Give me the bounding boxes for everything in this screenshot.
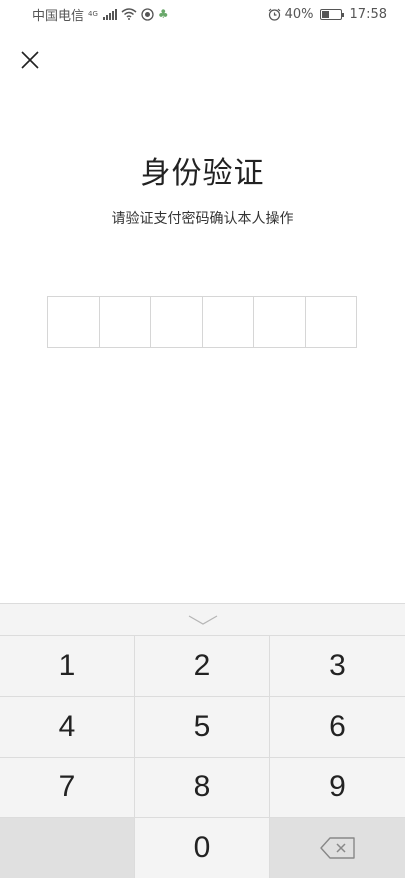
pin-input[interactable] <box>47 296 357 348</box>
keypad-grid: 1 2 3 4 5 6 7 8 9 0 <box>0 636 405 878</box>
pin-digit-box[interactable] <box>202 297 254 347</box>
backspace-button[interactable] <box>270 818 405 878</box>
wifi-icon <box>121 8 137 20</box>
status-bar-left: 中国电信 4G ♣ <box>32 5 169 24</box>
app-notification-icon: ♣ <box>157 7 169 21</box>
key-blank <box>0 818 135 878</box>
close-button[interactable] <box>14 44 46 76</box>
numeric-keyboard: 1 2 3 4 5 6 7 8 9 0 <box>0 603 405 878</box>
key-8[interactable]: 8 <box>135 757 270 819</box>
battery-icon <box>319 8 344 20</box>
key-5[interactable]: 5 <box>135 696 270 758</box>
page-title: 身份验证 <box>140 156 265 191</box>
status-bar-right: 40% 17:58 <box>268 7 387 22</box>
battery-percent: 40% <box>284 6 314 22</box>
vpn-icon <box>141 7 154 21</box>
pin-digit-box[interactable] <box>99 297 151 347</box>
key-9[interactable]: 9 <box>270 757 405 819</box>
key-4[interactable]: 4 <box>0 696 135 758</box>
chevron-down-icon <box>188 614 217 625</box>
pin-digit-box[interactable] <box>305 297 356 347</box>
signal-icon <box>102 8 117 20</box>
carrier-label: 中国电信 <box>32 8 85 24</box>
keyboard-collapse-button[interactable] <box>0 604 405 636</box>
status-bar: 中国电信 4G ♣ 40% 17:58 <box>0 0 405 28</box>
key-0[interactable]: 0 <box>135 818 270 878</box>
page-subtitle: 请验证支付密码确认本人操作 <box>111 211 294 227</box>
key-6[interactable]: 6 <box>270 696 405 758</box>
key-1[interactable]: 1 <box>0 636 135 697</box>
key-7[interactable]: 7 <box>0 757 135 819</box>
pin-digit-box[interactable] <box>254 297 306 347</box>
network-type-label: 4G <box>88 9 98 18</box>
clock: 17:58 <box>349 6 387 22</box>
backspace-icon <box>319 837 355 859</box>
pin-digit-box[interactable] <box>151 297 203 347</box>
pin-digit-box[interactable] <box>48 297 100 347</box>
alarm-icon <box>268 8 281 21</box>
close-icon <box>21 51 39 69</box>
battery-fill <box>321 10 329 18</box>
key-2[interactable]: 2 <box>135 636 270 697</box>
key-3[interactable]: 3 <box>270 636 405 697</box>
